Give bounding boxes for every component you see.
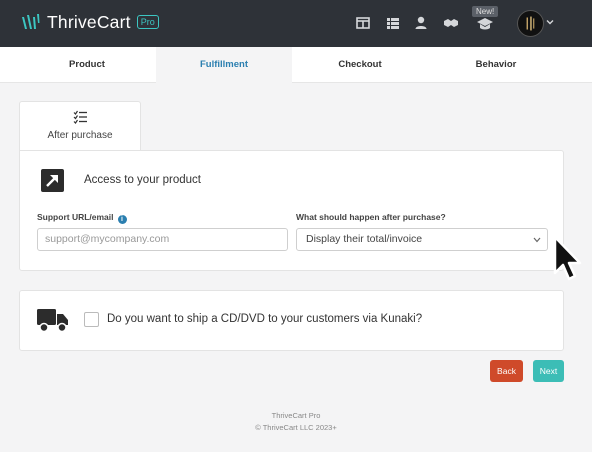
user-icon[interactable] [413, 15, 429, 31]
info-icon[interactable]: i [117, 215, 127, 224]
section-tabs: Product Fulfillment Checkout Behavior [0, 47, 592, 83]
external-arrow-icon [41, 169, 64, 192]
back-button[interactable]: Back [490, 360, 523, 382]
support-url-label: Support URL/email i [37, 212, 127, 224]
truck-icon [37, 309, 68, 333]
after-purchase-select[interactable]: Display their total/invoice [296, 228, 548, 251]
thrivecart-logo-icon [22, 14, 40, 29]
footer-copyright: © ThriveCart LLC 2023+ [255, 423, 337, 432]
access-section-card: Access to your product Support URL/email… [19, 150, 564, 271]
brand-name: ThriveCart [47, 11, 131, 32]
pro-badge: Pro [136, 15, 159, 29]
after-purchase-label: What should happen after purchase? [296, 212, 446, 222]
top-navigation-bar: ThriveCart Pro New! [0, 0, 592, 47]
next-button[interactable]: Next [533, 360, 564, 382]
layout-icon[interactable] [355, 15, 371, 31]
brand[interactable]: ThriveCart Pro [20, 11, 159, 33]
tab-checkout[interactable]: Checkout [292, 47, 428, 83]
graduation-cap-icon[interactable] [477, 16, 493, 32]
after-purchase-select-value: Display their total/invoice [306, 233, 423, 245]
support-url-label-text: Support URL/email [37, 212, 114, 222]
subtab-after-purchase[interactable]: After purchase [19, 101, 141, 151]
kunaki-shipping-label[interactable]: Do you want to ship a CD/DVD to your cus… [107, 313, 422, 325]
chevron-down-icon [533, 237, 541, 243]
handshake-icon[interactable] [443, 15, 459, 31]
shipping-section-card: Do you want to ship a CD/DVD to your cus… [19, 290, 564, 351]
chevron-down-icon[interactable] [546, 18, 554, 26]
tab-behavior[interactable]: Behavior [428, 47, 564, 83]
mouse-cursor-icon [553, 235, 582, 281]
avatar[interactable] [517, 10, 544, 37]
subtab-label: After purchase [47, 130, 113, 141]
tab-product[interactable]: Product [18, 47, 156, 83]
checklist-icon [73, 110, 87, 124]
support-email-input[interactable]: support@mycompany.com [37, 228, 288, 251]
tab-fulfillment[interactable]: Fulfillment [156, 47, 292, 83]
kunaki-shipping-checkbox[interactable] [84, 312, 99, 327]
access-section-title: Access to your product [84, 174, 201, 186]
footer-product-name: ThriveCart Pro [271, 411, 321, 420]
grid-list-icon[interactable] [385, 15, 401, 31]
